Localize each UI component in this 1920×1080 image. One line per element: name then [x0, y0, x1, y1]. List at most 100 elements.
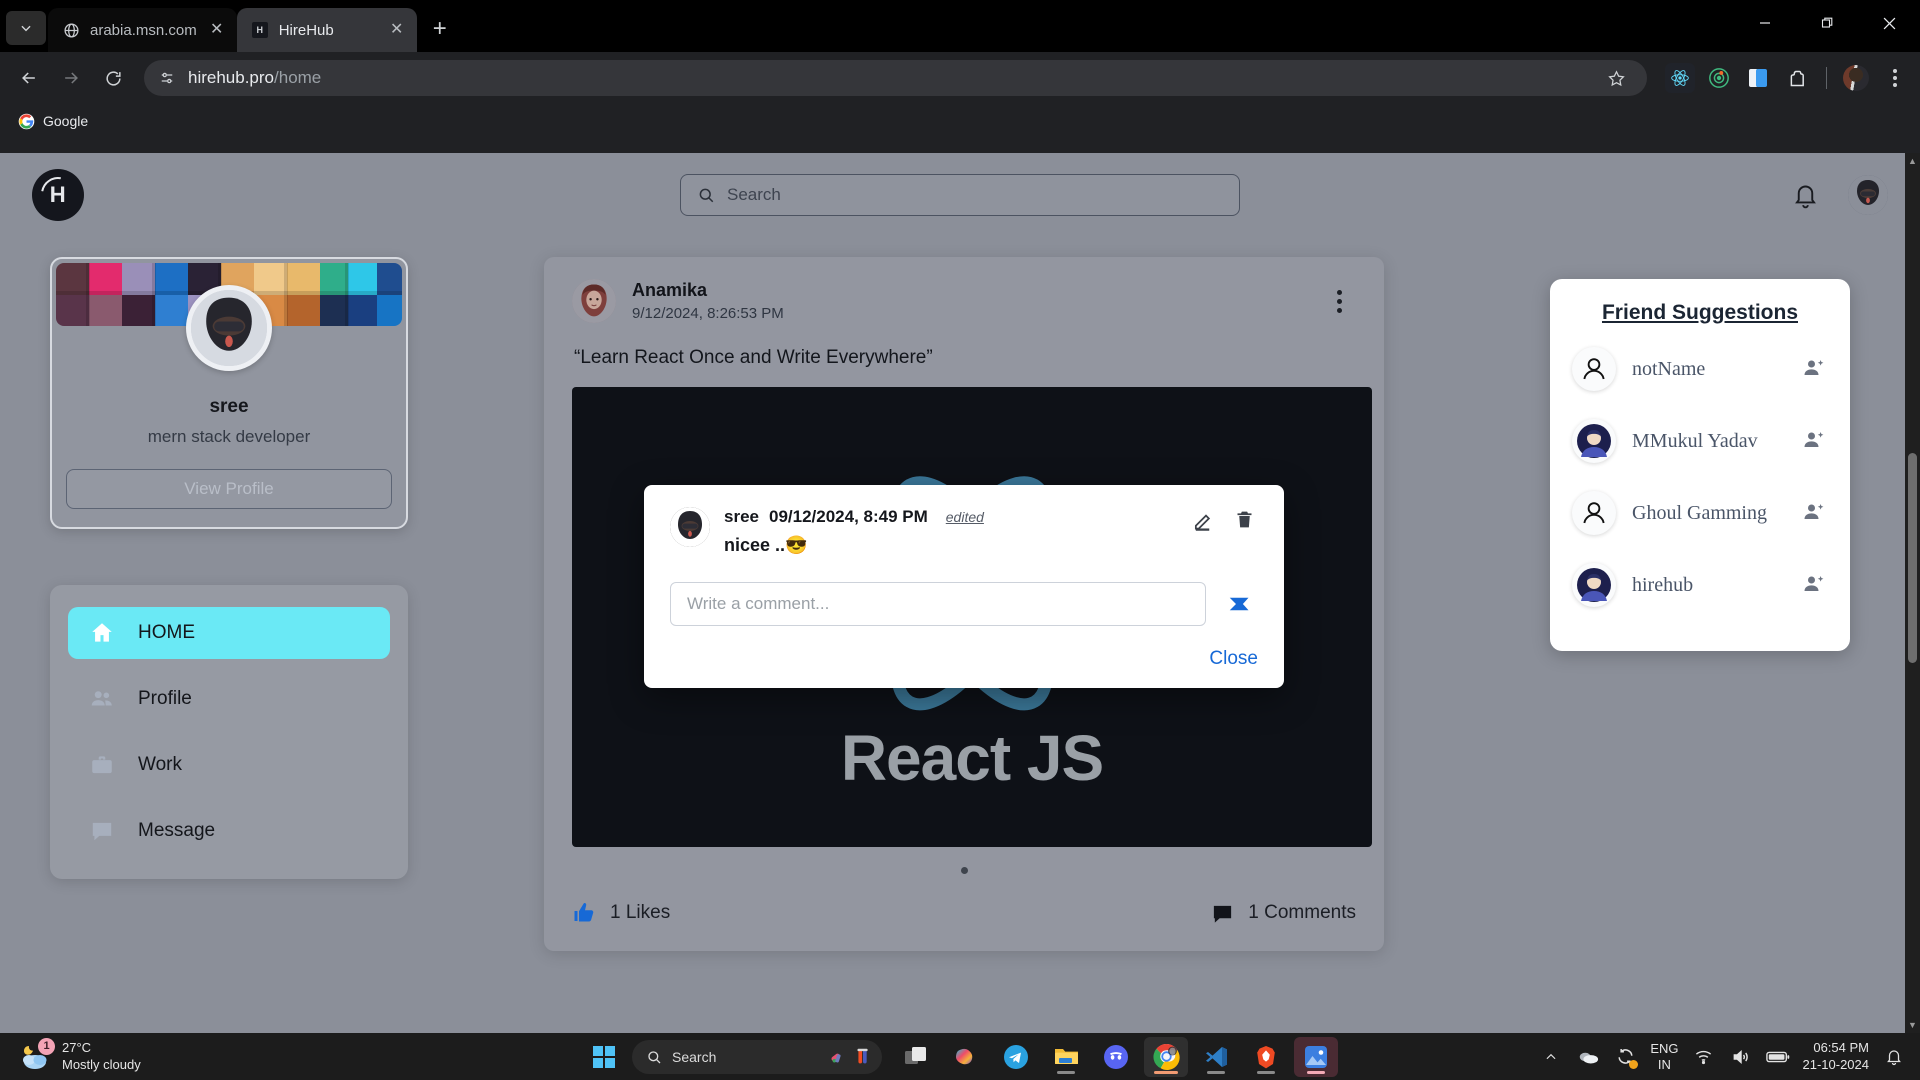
- likes-button[interactable]: 1 Likes: [572, 901, 670, 925]
- scroll-up-arrow[interactable]: ▲: [1905, 153, 1920, 169]
- close-window-button[interactable]: [1858, 0, 1920, 46]
- close-button[interactable]: Close: [670, 648, 1258, 670]
- friend-suggestion-item[interactable]: hirehub: [1568, 549, 1832, 621]
- sidebar-item-message[interactable]: Message: [68, 805, 390, 857]
- back-button[interactable]: [10, 59, 48, 97]
- show-hidden-icons-chevron[interactable]: [1539, 1045, 1563, 1069]
- redux-devtools-icon[interactable]: [1704, 63, 1734, 93]
- comments-button[interactable]: 1 Comments: [1211, 902, 1356, 925]
- language-indicator[interactable]: ENG IN: [1650, 1041, 1678, 1072]
- sidebar-item-home[interactable]: HOME: [68, 607, 390, 659]
- comment-modal: sree 09/12/2024, 8:49 PM edited nicee ..…: [644, 485, 1284, 688]
- tune-icon[interactable]: [158, 69, 176, 87]
- chrome-icon[interactable]: [1144, 1036, 1188, 1077]
- vscode-icon[interactable]: [1194, 1037, 1238, 1077]
- sidebar-item-label: HOME: [138, 622, 195, 643]
- tab-search-button[interactable]: [6, 11, 46, 45]
- scrollbar-thumb[interactable]: [1908, 453, 1917, 663]
- tab-hirehub[interactable]: H HireHub ✕: [236, 8, 417, 52]
- browser-profile-avatar[interactable]: [1841, 63, 1871, 93]
- bookmark-google[interactable]: Google: [10, 109, 96, 134]
- hirehub-logo[interactable]: H: [32, 169, 84, 221]
- close-icon[interactable]: ✕: [207, 20, 227, 40]
- add-friend-icon[interactable]: [1802, 500, 1828, 526]
- friend-suggestion-item[interactable]: Ghoul Gamming: [1568, 477, 1832, 549]
- post-footer: 1 Likes 1 Comments: [572, 901, 1356, 925]
- battery-icon[interactable]: [1765, 1045, 1790, 1069]
- likes-label: 1 Likes: [610, 902, 671, 923]
- friend-suggestion-item[interactable]: MMukul Yadav: [1568, 405, 1832, 477]
- telegram-icon[interactable]: [994, 1037, 1038, 1077]
- scroll-down-arrow[interactable]: ▼: [1905, 1017, 1920, 1033]
- region-code: IN: [1657, 1056, 1671, 1072]
- search-input[interactable]: Search: [680, 174, 1240, 216]
- comment-icon: [1211, 902, 1234, 925]
- sidebar-nav: HOME Profile Work Message: [50, 585, 408, 879]
- comment-input-row: Write a comment...: [670, 582, 1258, 626]
- post-author-avatar[interactable]: [572, 279, 616, 323]
- react-devtools-icon[interactable]: [1665, 63, 1695, 93]
- sidebar-item-work[interactable]: Work: [68, 739, 390, 791]
- clock[interactable]: 06:54 PM 21-10-2024: [1803, 1040, 1870, 1073]
- app-header: H Search: [0, 153, 1920, 237]
- window-controls: [1734, 0, 1920, 46]
- trash-icon[interactable]: [1234, 509, 1258, 533]
- file-explorer-icon[interactable]: [1044, 1037, 1088, 1077]
- discord-icon[interactable]: [1094, 1037, 1138, 1077]
- maximize-button[interactable]: [1796, 0, 1858, 46]
- sidebar-item-profile[interactable]: Profile: [68, 673, 390, 725]
- kebab-menu-icon[interactable]: [1880, 61, 1910, 95]
- pencil-icon[interactable]: [1192, 509, 1216, 533]
- post-author-name: Anamika: [632, 280, 708, 300]
- address-bar[interactable]: hirehub.pro/home: [144, 60, 1647, 96]
- brave-icon[interactable]: [1244, 1037, 1288, 1077]
- user-avatar[interactable]: [1848, 175, 1888, 215]
- tab-strip: arabia.msn.com ✕ H HireHub ✕ +: [0, 0, 1920, 52]
- friend-name: hirehub: [1632, 573, 1694, 596]
- puzzle-extensions-icon[interactable]: [1782, 63, 1812, 93]
- update-status-dot: [1629, 1059, 1639, 1069]
- task-view-icon[interactable]: [894, 1037, 938, 1077]
- search-icon: [646, 1049, 662, 1065]
- more-vertical-icon[interactable]: [1322, 284, 1356, 318]
- post-text: “Learn React Once and Write Everywhere”: [574, 347, 933, 368]
- page-scrollbar[interactable]: ▲ ▼: [1905, 153, 1920, 1033]
- comment-author-avatar[interactable]: [670, 507, 710, 547]
- bookmark-star-icon[interactable]: [1599, 61, 1633, 95]
- media-carousel-dots[interactable]: [572, 861, 1356, 879]
- weather-widget[interactable]: 1 27°C Mostly cloudy: [0, 1037, 141, 1074]
- reload-button[interactable]: [94, 59, 132, 97]
- comment-input-placeholder: Write a comment...: [687, 594, 830, 613]
- minimize-button[interactable]: [1734, 0, 1796, 46]
- onedrive-icon[interactable]: [1576, 1045, 1600, 1069]
- tab-arabia-msn[interactable]: arabia.msn.com ✕: [48, 8, 237, 52]
- volume-icon[interactable]: [1729, 1045, 1753, 1069]
- view-profile-button[interactable]: View Profile: [66, 469, 392, 509]
- taskbar-center: Search: [582, 1036, 1338, 1077]
- close-icon[interactable]: ✕: [387, 20, 407, 40]
- notification-bell-icon[interactable]: [1788, 178, 1822, 212]
- windows-start-icon[interactable]: [582, 1037, 626, 1077]
- thumbs-up-icon: [572, 901, 596, 925]
- new-tab-button[interactable]: +: [423, 12, 457, 46]
- windows-update-icon[interactable]: [1613, 1045, 1639, 1069]
- friend-suggestion-item[interactable]: notName: [1568, 333, 1832, 405]
- blue-extension-icon[interactable]: [1743, 63, 1773, 93]
- taskbar-search[interactable]: Search: [632, 1039, 882, 1074]
- send-icon[interactable]: [1224, 587, 1258, 621]
- forward-button[interactable]: [52, 59, 90, 97]
- app-running-indicator: [1307, 1070, 1325, 1074]
- profile-avatar[interactable]: [186, 285, 272, 371]
- comment-input[interactable]: Write a comment...: [670, 582, 1206, 626]
- friend-name: notName: [1632, 357, 1706, 380]
- notification-bell-icon[interactable]: [1882, 1045, 1906, 1069]
- add-friend-icon[interactable]: [1802, 356, 1828, 382]
- globe-icon: [62, 21, 80, 39]
- copilot-icon[interactable]: [944, 1037, 988, 1077]
- logo-arc-icon: [34, 170, 82, 218]
- add-friend-icon[interactable]: [1802, 572, 1828, 598]
- photos-icon[interactable]: [1294, 1036, 1338, 1077]
- add-friend-icon[interactable]: [1802, 428, 1828, 454]
- wifi-icon[interactable]: [1692, 1045, 1716, 1069]
- moon-cloud-icon: 1: [18, 1037, 55, 1074]
